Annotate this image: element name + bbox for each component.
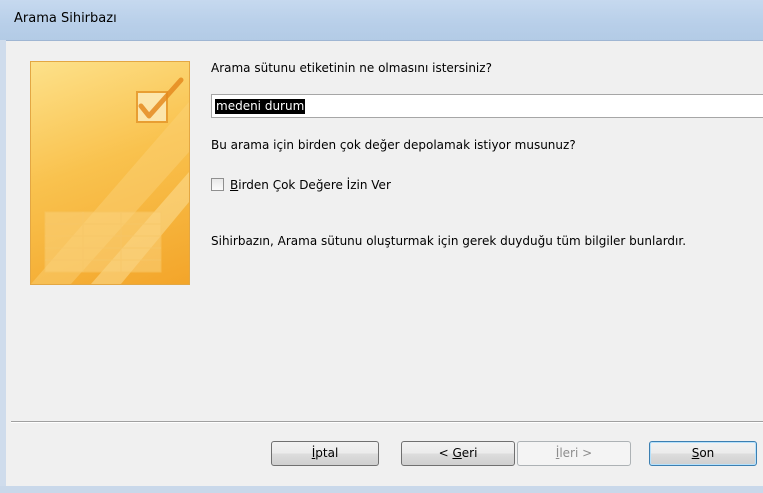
back-prefix: < — [438, 446, 453, 460]
table-checkmark-icon — [31, 77, 189, 284]
next-button[interactable]: İleri > — [517, 441, 631, 466]
button-divider — [11, 421, 763, 423]
allow-multiple-values-label[interactable]: Birden Çok Değere İzin Ver — [230, 178, 391, 192]
label-input[interactable]: medeni durum — [211, 94, 763, 118]
label-question: Arama sütunu etiketinin ne olmasını iste… — [211, 61, 492, 75]
lookup-wizard-dialog: Arama Sihirbazı Arama sütunu etiketinin … — [0, 0, 763, 493]
window-frame-edge — [0, 40, 6, 493]
allow-multiple-values-checkbox[interactable] — [211, 178, 224, 191]
window-title: Arama Sihirbazı — [14, 11, 117, 26]
finish-button[interactable]: Son — [649, 441, 757, 466]
next-label: leri > — [559, 446, 593, 460]
back-mnemonic: G — [452, 446, 462, 460]
checkbox-label-text: irden Çok Değere İzin Ver — [238, 178, 391, 192]
info-text: Sihirbazın, Arama sütunu oluşturmak için… — [211, 234, 687, 248]
back-label: eri — [461, 446, 478, 460]
cancel-label: ptal — [315, 446, 339, 460]
back-button[interactable]: < Geri — [401, 441, 515, 466]
cancel-button[interactable]: İptal — [271, 441, 379, 466]
multi-value-question: Bu arama için birden çok değer depolamak… — [211, 138, 576, 152]
finish-label: on — [699, 446, 715, 460]
wizard-graphic — [30, 61, 190, 285]
title-bar[interactable]: Arama Sihirbazı — [0, 0, 763, 41]
label-input-value: medeni durum — [215, 99, 306, 114]
mnemonic-b: B — [230, 178, 239, 192]
window-bottom-edge — [0, 486, 763, 493]
